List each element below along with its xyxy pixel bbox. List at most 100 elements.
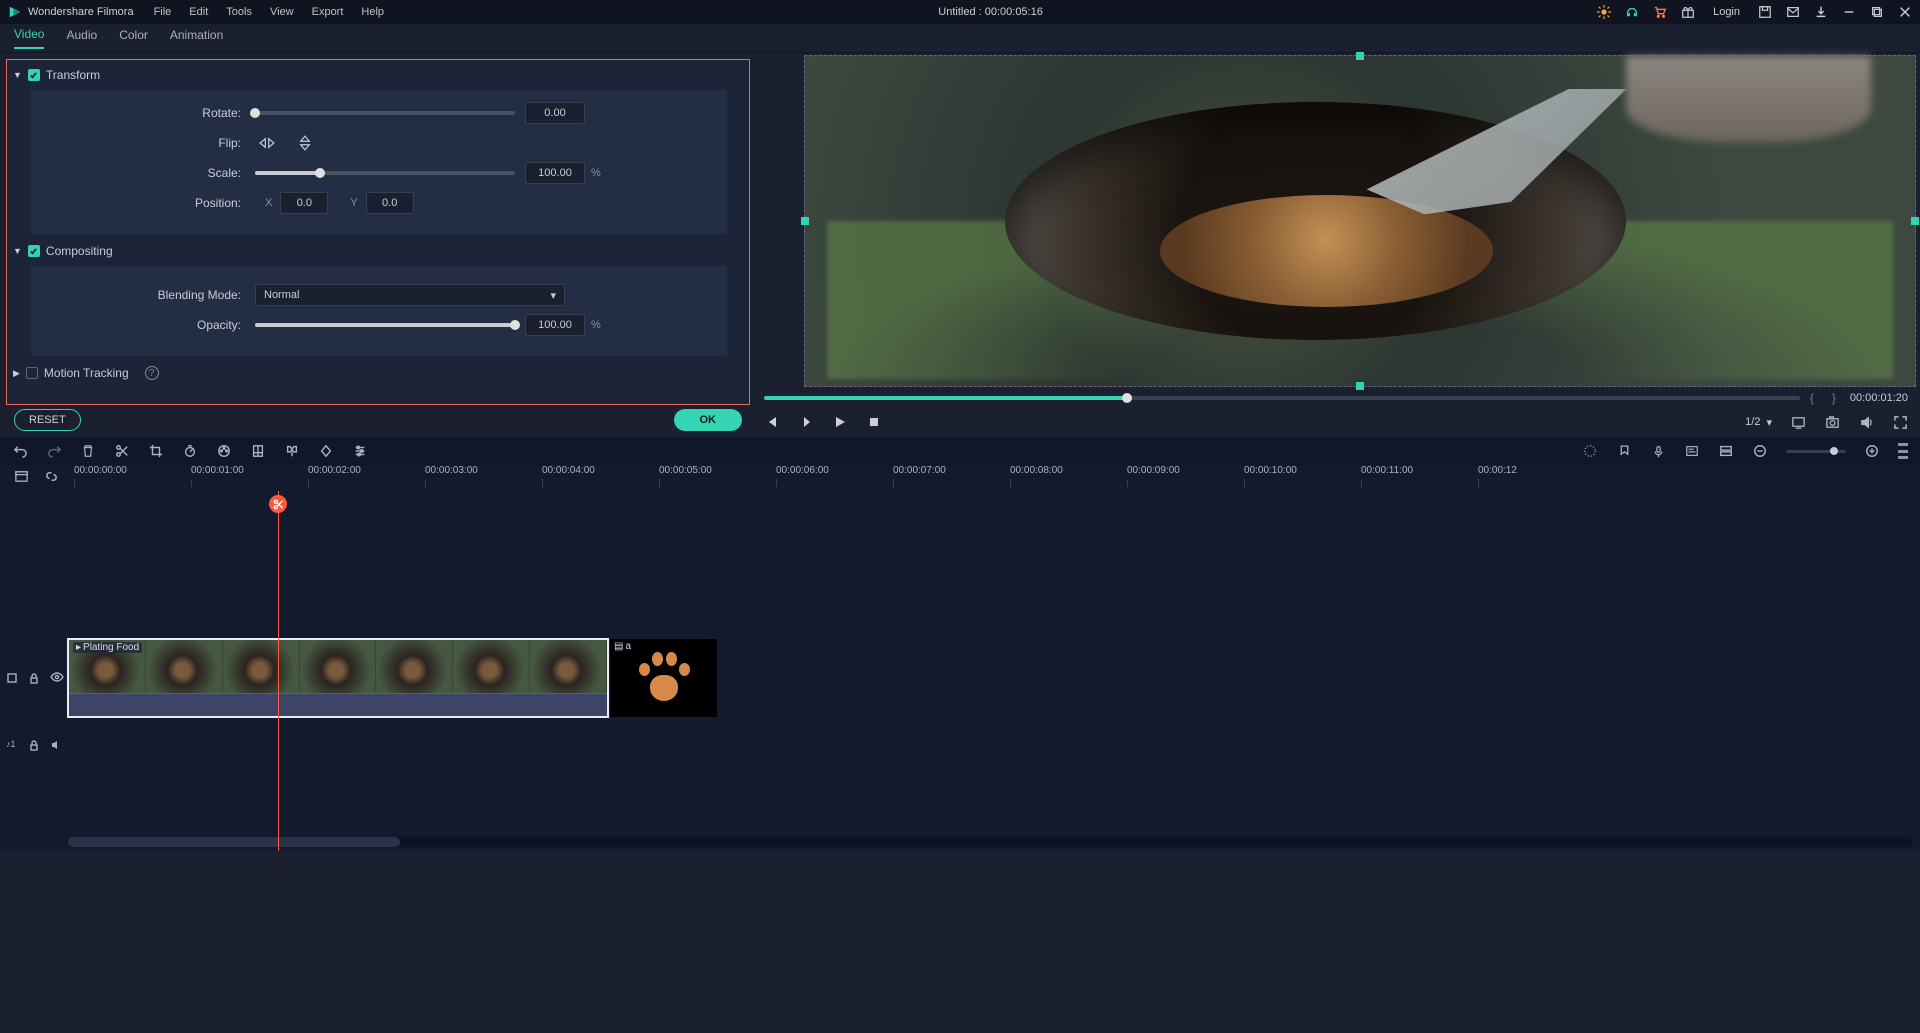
tab-animation[interactable]: Animation <box>170 28 223 48</box>
image-clip-2[interactable]: ▤a <box>610 639 717 717</box>
support-icon[interactable] <box>1625 5 1639 19</box>
menu-edit[interactable]: Edit <box>189 6 208 18</box>
render-icon[interactable] <box>284 443 300 459</box>
login-button[interactable]: Login <box>1713 6 1740 18</box>
split-icon[interactable] <box>114 443 130 459</box>
fullscreen-icon[interactable] <box>1892 414 1908 430</box>
transform-checkbox[interactable] <box>28 69 40 81</box>
save-icon[interactable] <box>1758 5 1772 19</box>
audio-track-id-icon[interactable]: ♪1 <box>6 739 18 751</box>
flip-vertical-button[interactable] <box>293 134 317 152</box>
ruler-tick: 00:00:07:00 <box>893 465 946 476</box>
motion-tracking-checkbox[interactable] <box>26 367 38 379</box>
resize-handle-e[interactable] <box>1911 217 1919 225</box>
zoom-in-icon[interactable] <box>1864 443 1880 459</box>
adjust-icon[interactable] <box>352 443 368 459</box>
track-settings-icon[interactable] <box>6 672 18 684</box>
track-lock-icon[interactable] <box>28 739 40 751</box>
scale-input[interactable] <box>525 162 585 184</box>
preview-quality-icon[interactable] <box>1790 414 1806 430</box>
close-icon[interactable] <box>1898 5 1912 19</box>
resize-handle-n[interactable] <box>1356 52 1364 60</box>
blend-mode-select[interactable]: Normal ▾ <box>255 284 565 306</box>
media-icon[interactable] <box>14 469 30 485</box>
gift-icon[interactable] <box>1681 5 1695 19</box>
zoom-out-icon[interactable] <box>1752 443 1768 459</box>
menu-file[interactable]: File <box>154 6 172 18</box>
mark-out-icon[interactable]: } <box>1832 391 1836 405</box>
green-screen-icon[interactable] <box>250 443 266 459</box>
snapshot-icon[interactable] <box>1824 414 1840 430</box>
paw-icon <box>635 649 693 707</box>
tab-audio[interactable]: Audio <box>66 28 97 48</box>
minimize-icon[interactable] <box>1842 5 1856 19</box>
color-icon[interactable] <box>216 443 232 459</box>
menu-help[interactable]: Help <box>361 6 384 18</box>
track-visibility-icon[interactable] <box>50 672 62 684</box>
tab-video[interactable]: Video <box>14 27 44 49</box>
link-icon[interactable] <box>44 469 60 485</box>
track-lock-icon[interactable] <box>28 672 40 684</box>
volume-icon[interactable] <box>1858 414 1874 430</box>
zoom-slider[interactable] <box>1786 450 1846 453</box>
motion-tracking-header[interactable]: ▶ Motion Tracking ? <box>9 362 747 384</box>
preview-canvas[interactable] <box>804 55 1916 387</box>
record-icon[interactable] <box>1650 443 1666 459</box>
cart-icon[interactable] <box>1653 5 1667 19</box>
crop-icon[interactable] <box>148 443 164 459</box>
zoom-fit-icon[interactable] <box>1898 443 1908 459</box>
ok-button[interactable]: OK <box>674 409 743 431</box>
captions-icon[interactable] <box>1684 443 1700 459</box>
prev-frame-button[interactable] <box>764 414 780 430</box>
ruler-tick: 00:00:09:00 <box>1127 465 1180 476</box>
pos-y-input[interactable] <box>366 192 414 214</box>
delete-icon[interactable] <box>80 443 96 459</box>
opacity-input[interactable] <box>525 314 585 336</box>
scale-label: Scale: <box>55 166 255 180</box>
undo-icon[interactable] <box>12 443 28 459</box>
pos-x-input[interactable] <box>280 192 328 214</box>
reset-button[interactable]: RESET <box>14 409 81 431</box>
marker-icon[interactable] <box>1616 443 1632 459</box>
tips-icon[interactable] <box>1597 5 1611 19</box>
message-icon[interactable] <box>1786 5 1800 19</box>
speed-icon[interactable] <box>182 443 198 459</box>
redo-icon[interactable] <box>46 443 62 459</box>
track-mute-icon[interactable] <box>50 739 62 751</box>
mixer-icon[interactable] <box>1582 443 1598 459</box>
rotate-input[interactable] <box>525 102 585 124</box>
scale-slider[interactable] <box>255 171 515 175</box>
playhead-scissors-icon[interactable] <box>269 495 287 513</box>
timeline-body[interactable]: ▸Plating Food ▤a ♪1 <box>0 491 1920 851</box>
stop-button[interactable] <box>866 414 882 430</box>
keyframe-icon[interactable] <box>318 443 334 459</box>
timeline-h-scrollbar[interactable] <box>68 837 1912 847</box>
menu-tools[interactable]: Tools <box>226 6 252 18</box>
resize-handle-s[interactable] <box>1356 382 1364 390</box>
preview-progress[interactable] <box>764 396 1800 400</box>
video-clip-1[interactable]: ▸Plating Food <box>68 639 608 717</box>
transform-header[interactable]: ▼ Transform <box>9 64 747 86</box>
transform-body: Rotate: Flip: Scale: % Position: <box>31 90 727 234</box>
manage-tracks-icon[interactable] <box>1718 443 1734 459</box>
rotate-slider[interactable] <box>255 111 515 115</box>
menu-view[interactable]: View <box>270 6 294 18</box>
compositing-header[interactable]: ▼ Compositing <box>9 240 747 262</box>
info-icon[interactable]: ? <box>145 366 159 380</box>
ruler-scale[interactable]: 00:00:00:0000:00:01:0000:00:02:0000:00:0… <box>74 465 1920 491</box>
resize-handle-w[interactable] <box>801 217 809 225</box>
mark-in-icon[interactable]: { <box>1810 391 1814 405</box>
expand-icon: ▶ <box>13 368 20 379</box>
play-button[interactable] <box>832 414 848 430</box>
tab-color[interactable]: Color <box>119 28 148 48</box>
chevron-down-icon: ▾ <box>550 289 556 302</box>
compositing-checkbox[interactable] <box>28 245 40 257</box>
opacity-slider[interactable] <box>255 323 515 327</box>
flip-horizontal-button[interactable] <box>255 134 279 152</box>
step-back-button[interactable] <box>798 414 814 430</box>
document-title: Untitled : 00:00:05:16 <box>384 6 1597 18</box>
download-icon[interactable] <box>1814 5 1828 19</box>
maximize-icon[interactable] <box>1870 5 1884 19</box>
preview-zoom-select[interactable]: 1/2▾ <box>1745 416 1772 429</box>
menu-export[interactable]: Export <box>312 6 344 18</box>
